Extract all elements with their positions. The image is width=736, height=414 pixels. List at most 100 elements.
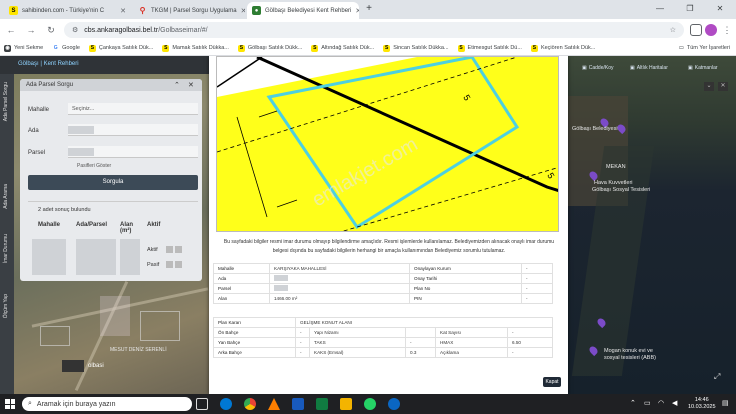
minimize-button[interactable]: — xyxy=(648,2,672,16)
back-button[interactable]: ← xyxy=(4,23,18,37)
fullscreen-icon[interactable]: ⤢ xyxy=(714,372,720,382)
button-label: Altlık Haritalar xyxy=(636,65,668,71)
plan-key: TAKS xyxy=(309,337,406,348)
side-tabs: Ada Parsel Sorgu Ada Arama İmar Durumu Ö… xyxy=(0,74,14,394)
browser-toolbar: ← → ↻ ⚙ cbs.ankaragolbasi.bel.tr/Golbase… xyxy=(0,19,736,41)
bookmark-label: Google xyxy=(62,45,80,51)
whatsapp-icon[interactable] xyxy=(364,398,376,410)
info-value: KARŞIYAKA MAHALLESİ xyxy=(269,263,410,274)
edge-icon[interactable] xyxy=(220,398,232,410)
clock-time: 14:46 xyxy=(694,397,709,403)
parsel-label: Parsel xyxy=(28,150,46,156)
row-status: Aktif xyxy=(147,247,158,253)
bookmark-star-icon[interactable]: ☆ xyxy=(670,26,676,34)
close-icon[interactable]: ✕ xyxy=(188,81,194,89)
bookmark-item[interactable]: S Çankaya Satılık Dük... xyxy=(88,44,153,52)
tab-sahibinden[interactable]: S sahibinden.com - Türkiye'nin C ✕ xyxy=(4,2,131,19)
taskbar-search[interactable]: ⌕ Aramak için buraya yazın xyxy=(22,397,192,411)
table-row: Parsel Plan No - xyxy=(213,283,553,294)
info-icon[interactable] xyxy=(175,261,182,268)
browser-icon[interactable] xyxy=(388,398,400,410)
button-label: Katmanlar xyxy=(694,65,718,71)
mahalle-select[interactable]: Seçiniz... xyxy=(68,103,198,115)
sahibinden-icon: S xyxy=(311,44,319,52)
menu-icon[interactable]: ⋮ xyxy=(720,23,734,37)
excel-icon[interactable] xyxy=(316,398,328,410)
clock-date: 10.03.2025 xyxy=(688,404,716,410)
redacted-box xyxy=(120,239,140,275)
side-tab-imar-durumu[interactable]: İmar Durumu xyxy=(3,234,9,263)
bookmark-label: Mamak Satılık Dükka... xyxy=(172,45,229,51)
street-button[interactable]: ▣ Cadde/Koy xyxy=(582,65,613,71)
query-button[interactable]: Sorgula xyxy=(28,175,198,190)
windows-start-icon[interactable] xyxy=(5,399,15,409)
layers-icon: ▣ xyxy=(630,65,635,71)
close-icon[interactable]: ✕ xyxy=(120,7,126,15)
volume-icon[interactable]: ◀ xyxy=(672,399,677,407)
extensions-icon[interactable] xyxy=(690,24,702,36)
plan-value: 6.50 xyxy=(507,337,553,348)
chevron-down-icon[interactable]: ⌄ xyxy=(704,82,714,91)
map-poi-label: sosyal tesisleri (ABB) xyxy=(604,355,656,361)
zoom-icon[interactable] xyxy=(166,261,173,268)
redacted-box xyxy=(274,285,288,291)
side-tab-ada-parsel[interactable]: Ada Parsel Sorgu xyxy=(3,82,9,121)
close-icon[interactable]: ✕ xyxy=(241,7,245,15)
url-path: /Golbaseimar/#/ xyxy=(158,26,208,34)
map-pin-icon: ⚲ xyxy=(139,6,146,15)
close-icon[interactable]: ✕ xyxy=(718,82,728,91)
table-row: Ada Onay Tarihi - xyxy=(213,273,553,284)
notification-icon[interactable]: ▤ xyxy=(722,399,729,407)
address-bar[interactable]: ⚙ cbs.ankaragolbasi.bel.tr/Golbaseimar/#… xyxy=(64,22,684,38)
bookmark-item[interactable]: G Google xyxy=(52,45,80,52)
bookmark-item[interactable]: ◉ Yeni Sekme xyxy=(4,44,43,52)
bookmark-label: Sincan Satılık Dükka... xyxy=(393,45,449,51)
new-tab-button[interactable]: + xyxy=(363,3,375,16)
table-row: Yan Bahçe - TAKS - HMAX 6.50 xyxy=(213,337,553,348)
clock[interactable]: 14:46 10.03.2025 xyxy=(688,397,716,411)
collapse-icon[interactable]: ⌃ xyxy=(174,81,180,89)
vlc-icon[interactable] xyxy=(268,398,280,410)
google-icon: G xyxy=(53,45,58,51)
avatar[interactable] xyxy=(705,24,717,36)
chevron-up-icon[interactable]: ⌃ xyxy=(630,399,636,407)
base-maps-button[interactable]: ▣ Altlık Haritalar xyxy=(630,65,668,71)
all-bookmarks-button[interactable]: ▭ Tüm Yer İşaretleri xyxy=(679,45,730,51)
info-value xyxy=(269,283,410,294)
close-window-button[interactable]: ✕ xyxy=(708,2,732,16)
page-content: MESUT DENİZ SERENLİ olbasi Gölbaşı | Ken… xyxy=(0,56,736,394)
close-icon[interactable]: ✕ xyxy=(355,7,359,15)
site-info-icon[interactable]: ⚙ xyxy=(72,26,78,34)
info-value: - xyxy=(521,293,553,304)
tab-tkgm[interactable]: ⚲ TKGM | Parsel Sorgu Uygulama ✕ xyxy=(133,2,245,19)
bookmark-item[interactable]: S Gölbaşı Satılık Dükk... xyxy=(237,44,302,52)
parcel-info-table: Mahalle KARŞIYAKA MAHALLESİ Onaylayan Kuru… xyxy=(213,263,553,304)
wifi-icon[interactable]: ◠ xyxy=(658,399,664,407)
word-icon[interactable] xyxy=(292,398,304,410)
bookmark-item[interactable]: S Altındağ Satılık Dük... xyxy=(311,44,374,52)
forward-button[interactable]: → xyxy=(24,23,38,37)
bookmark-item[interactable]: S Sincan Satılık Dükka... xyxy=(383,44,449,52)
side-tab-olcum[interactable]: Ölçüm Yap xyxy=(3,294,9,318)
close-button[interactable]: Kapat xyxy=(543,377,561,387)
maximize-button[interactable]: ❐ xyxy=(678,2,702,16)
plan-key: Açıklama xyxy=(435,347,508,358)
info-icon[interactable] xyxy=(175,246,182,253)
info-key: Plan No xyxy=(409,283,522,294)
task-view-icon[interactable] xyxy=(196,398,208,410)
network-icon[interactable]: ▭ xyxy=(644,399,651,407)
zoom-icon[interactable] xyxy=(166,246,173,253)
folder-icon[interactable] xyxy=(340,398,352,410)
bookmark-item[interactable]: S Etimesgut Satılık Dü... xyxy=(457,44,522,52)
map-right[interactable]: ▣ Cadde/Koy ▣ Altlık Haritalar ▣ Katmanlar … xyxy=(568,56,736,394)
layers-button[interactable]: ▣ Katmanlar xyxy=(688,65,718,71)
bookmark-label: Etimesgut Satılık Dü... xyxy=(467,45,522,51)
reload-button[interactable]: ↻ xyxy=(44,23,58,37)
map-poi-label: MEKAN xyxy=(606,164,626,170)
bookmark-item[interactable]: S Keçiören Satılık Dük... xyxy=(530,44,595,52)
tab-golbasi[interactable]: ● Gölbaşı Belediyesi Kent Rehberi ✕ xyxy=(247,2,359,19)
bookmark-item[interactable]: S Mamak Satılık Dükka... xyxy=(162,44,229,52)
show-inactive-toggle[interactable]: Pasifleri Göster xyxy=(77,163,111,169)
side-tab-ada-arama[interactable]: Ada Arama xyxy=(3,184,9,209)
chrome-icon[interactable] xyxy=(244,398,256,410)
